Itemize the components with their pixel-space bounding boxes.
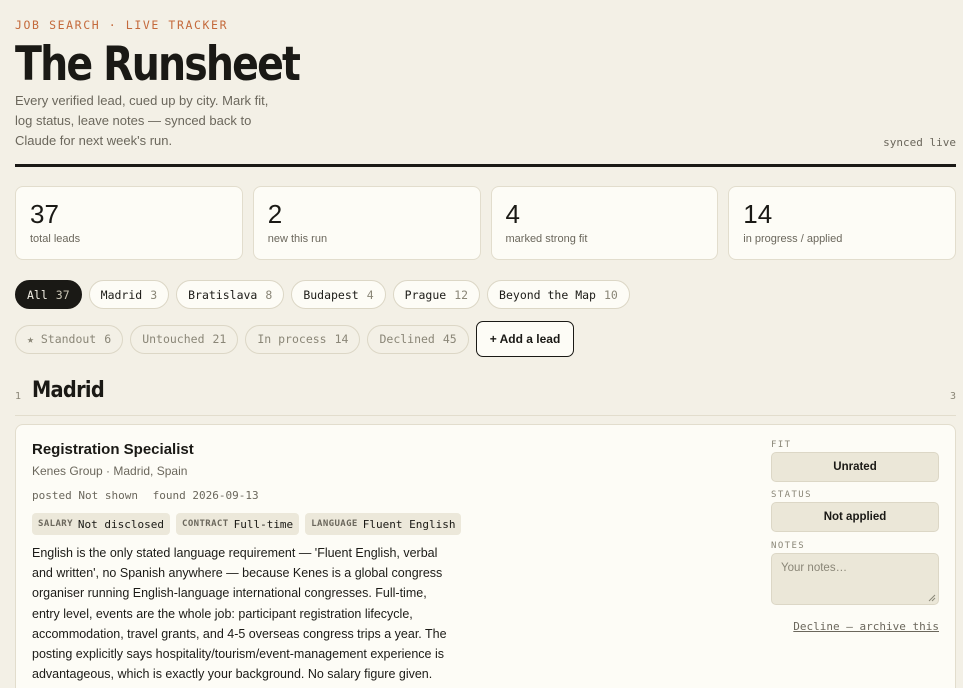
status-select[interactable]: Not applied xyxy=(771,502,939,532)
tag-key: LANGUAGE xyxy=(311,519,358,529)
section-index: 1 xyxy=(15,391,22,402)
tag-key: CONTRACT xyxy=(182,519,229,529)
section-count: 3 xyxy=(949,391,956,402)
eyebrow-label: JOB SEARCH · LIVE TRACKER xyxy=(15,18,229,32)
chip-label: Declined xyxy=(379,332,435,346)
stat-card-total-leads: 37 total leads xyxy=(15,186,243,260)
chip-count: 12 xyxy=(454,287,469,302)
language-tag: LANGUAGE Fluent English xyxy=(305,513,462,535)
header-divider xyxy=(15,164,956,167)
city-filter-bar: All 37 Madrid 3 Bratislava 8 Budapest 4 … xyxy=(15,280,630,309)
stat-label: new this run xyxy=(267,233,328,245)
chip-label: All xyxy=(27,287,48,302)
stat-card-new-this-run: 2 new this run xyxy=(252,186,481,260)
chip-count: 45 xyxy=(442,332,457,346)
lead-controls: FIT Unrated STATUS Not applied NOTES You… xyxy=(771,440,939,633)
chip-label: ★ Standout xyxy=(27,332,97,346)
page-header: JOB SEARCH · LIVE TRACKER The Runsheet E… xyxy=(15,18,956,149)
status-filter-standout[interactable]: ★ Standout 6 xyxy=(15,324,124,354)
tag-value: Not disclosed xyxy=(77,517,165,531)
decline-archive-link[interactable]: Decline — archive this xyxy=(771,620,939,633)
lead-company: Kenes Group · Madrid, Spain xyxy=(32,464,188,478)
tag-key: SALARY xyxy=(38,519,73,529)
status-filter-in-process[interactable]: In process 14 xyxy=(245,324,361,354)
chip-count: 3 xyxy=(150,287,158,302)
posted-value: Not shown xyxy=(78,489,138,502)
chip-count: 4 xyxy=(366,287,374,302)
found-label: found xyxy=(152,489,186,502)
chip-label: Bratislava xyxy=(188,287,258,302)
lead-card: Registration Specialist Kenes Group · Ma… xyxy=(15,424,956,688)
chip-count: 14 xyxy=(334,332,349,346)
stats-row: 37 total leads 2 new this run 4 marked s… xyxy=(15,186,956,260)
page-title: The Runsheet xyxy=(15,37,301,92)
fit-label: FIT xyxy=(771,440,792,450)
notes-label: NOTES xyxy=(771,541,806,551)
chip-label: Budapest xyxy=(303,287,359,302)
notes-placeholder: Your notes… xyxy=(781,562,848,574)
lead-description: English is the only stated language requ… xyxy=(32,546,447,682)
status-filter-declined[interactable]: Declined 45 xyxy=(367,324,469,354)
city-filter-prague[interactable]: Prague 12 xyxy=(392,280,481,309)
status-label: STATUS xyxy=(771,490,812,500)
found-value: 2026-09-13 xyxy=(192,489,259,502)
notes-textarea[interactable]: Your notes… xyxy=(771,553,939,605)
city-filter-budapest[interactable]: Budapest 4 xyxy=(291,280,386,309)
stat-label: marked strong fit xyxy=(505,233,588,245)
contract-tag: CONTRACT Full-time xyxy=(176,513,300,535)
section-header-madrid: 1 Madrid 3 xyxy=(15,376,956,416)
lead-tags: SALARY Not disclosed CONTRACT Full-time … xyxy=(32,513,462,535)
city-filter-madrid[interactable]: Madrid 3 xyxy=(88,280,170,309)
tag-value: Full-time xyxy=(233,517,294,531)
city-filter-all[interactable]: All 37 xyxy=(15,280,82,309)
chip-label: Beyond the Map xyxy=(499,287,596,302)
stat-value: 37 xyxy=(30,199,59,229)
add-lead-button[interactable]: + Add a lead xyxy=(475,321,575,357)
page-subtitle: Every verified lead, cued up by city. Ma… xyxy=(15,93,269,148)
sync-status: synced live xyxy=(883,136,956,149)
lead-meta: posted Not shown found 2026-09-13 xyxy=(32,489,259,502)
stat-card-strong-fit: 4 marked strong fit xyxy=(490,186,719,260)
city-filter-beyond-the-map[interactable]: Beyond the Map 10 xyxy=(487,280,630,309)
city-filter-bratislava[interactable]: Bratislava 8 xyxy=(176,280,285,309)
chip-count: 6 xyxy=(104,332,112,346)
chip-count: 21 xyxy=(212,332,227,346)
status-filter-untouched[interactable]: Untouched 21 xyxy=(130,324,239,354)
stat-value: 2 xyxy=(267,199,283,229)
resize-grip-icon[interactable] xyxy=(928,594,936,602)
chip-label: Prague xyxy=(404,287,447,302)
lead-title: Registration Specialist xyxy=(32,441,194,458)
chip-count: 8 xyxy=(265,287,273,302)
chip-count: 10 xyxy=(603,287,618,302)
status-filter-bar: ★ Standout 6 Untouched 21 In process 14 … xyxy=(15,321,575,357)
stat-value: 14 xyxy=(743,199,773,229)
stat-value: 4 xyxy=(505,199,520,229)
stat-card-in-progress: 14 in progress / applied xyxy=(728,186,956,260)
chip-label: Untouched xyxy=(142,332,205,346)
posted-label: posted xyxy=(32,489,72,502)
fit-select[interactable]: Unrated xyxy=(771,452,939,482)
chip-count: 37 xyxy=(55,287,70,302)
chip-label: In process xyxy=(257,332,327,346)
chip-label: Madrid xyxy=(100,287,143,302)
stat-label: in progress / applied xyxy=(743,233,843,245)
salary-tag: SALARY Not disclosed xyxy=(32,513,171,535)
tag-value: Fluent English xyxy=(362,517,456,531)
stat-label: total leads xyxy=(30,233,81,245)
section-title: Madrid xyxy=(32,378,105,403)
